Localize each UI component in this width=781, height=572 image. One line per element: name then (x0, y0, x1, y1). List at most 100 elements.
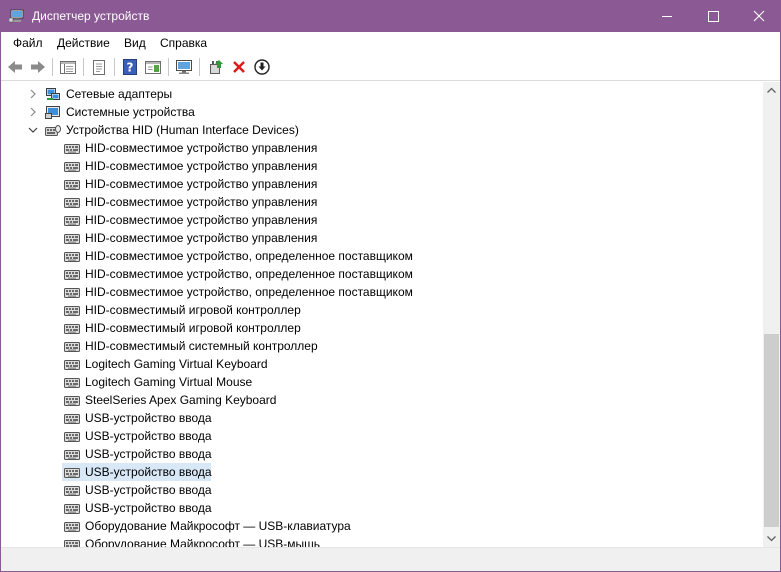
device-list-item[interactable]: USB-устройство ввода (1, 481, 763, 499)
toolbar: ? (1, 54, 780, 81)
toolbar-separator (168, 58, 169, 76)
keyboard-icon (64, 306, 80, 316)
device-list-item[interactable]: HID-совместимый игровой контроллер (1, 319, 763, 337)
keyboard-icon (64, 486, 80, 496)
keyboard-icon (64, 360, 80, 370)
device-list-item[interactable]: HID-совместимое устройство управления (1, 157, 763, 175)
device-label: Оборудование Майкрософт — USB-мышь (85, 537, 321, 547)
device-list-item[interactable]: HID-совместимое устройство управления (1, 139, 763, 157)
device-list-item[interactable]: HID-совместимое устройство, определенное… (1, 247, 763, 265)
device-list-item[interactable]: USB-устройство ввода (1, 409, 763, 427)
window-title: Диспетчер устройств (32, 9, 150, 23)
keyboard-icon (64, 540, 80, 547)
keyboard-icon (64, 504, 80, 514)
tree-category[interactable]: Сетевые адаптеры (1, 85, 763, 103)
device-list-item[interactable]: USB-устройство ввода (1, 499, 763, 517)
device-list-item[interactable]: Logitech Gaming Virtual Mouse (1, 373, 763, 391)
keyboard-icon (64, 288, 80, 298)
tree-category[interactable]: Системные устройства (1, 103, 763, 121)
update-driver-button[interactable] (206, 57, 226, 77)
device-label: HID-совместимое устройство управления (85, 195, 318, 209)
chevron-right-icon[interactable] (27, 88, 39, 100)
properties-button[interactable] (89, 57, 109, 77)
minimize-icon (662, 16, 672, 17)
forward-button[interactable] (28, 57, 48, 77)
tree-category-label: Устройства HID (Human Interface Devices) (66, 123, 299, 137)
device-list-item[interactable]: Logitech Gaming Virtual Keyboard (1, 355, 763, 373)
scan-hardware-button[interactable] (174, 57, 194, 77)
device-list-item[interactable]: Оборудование Майкрософт — USB-клавиатура (1, 517, 763, 535)
menu-bar: Файл Действие Вид Справка (1, 32, 780, 54)
keyboard-icon (64, 252, 80, 262)
menu-file[interactable]: Файл (13, 36, 43, 50)
tree-category[interactable]: Устройства HID (Human Interface Devices) (1, 121, 763, 139)
device-list-item[interactable]: Оборудование Майкрософт — USB-мышь (1, 535, 763, 547)
keyboard-icon (64, 198, 80, 208)
menu-help[interactable]: Справка (160, 36, 207, 50)
action-pane-button[interactable] (143, 57, 163, 77)
device-tree[interactable]: Сетевые адаптеры Системные устройства Устр… (1, 82, 763, 547)
device-list-item[interactable]: HID-совместимое устройство, определенное… (1, 265, 763, 283)
enable-device-button[interactable] (252, 57, 272, 77)
device-label: Оборудование Майкрософт — USB-клавиатура (85, 519, 351, 533)
device-list-item[interactable]: USB-устройство ввода (1, 445, 763, 463)
close-button[interactable] (736, 1, 780, 32)
horizontal-scrollbar[interactable] (1, 547, 780, 571)
keyboard-icon (64, 414, 80, 424)
device-label: HID-совместимое устройство управления (85, 159, 318, 173)
download-icon (254, 59, 270, 75)
device-label: USB-устройство ввода (85, 501, 212, 515)
device-list-item[interactable]: HID-совместимое устройство управления (1, 211, 763, 229)
back-button[interactable] (5, 57, 25, 77)
device-label: HID-совместимое устройство, определенное… (85, 249, 413, 263)
show-hide-console-tree-button[interactable] (58, 57, 78, 77)
keyboard-icon (64, 468, 80, 478)
uninstall-device-button[interactable] (229, 57, 249, 77)
keyboard-icon (64, 450, 80, 460)
menu-view[interactable]: Вид (124, 36, 146, 50)
close-icon (753, 10, 765, 22)
maximize-button[interactable] (690, 1, 736, 32)
device-list-item[interactable]: HID-совместимый системный контроллер (1, 337, 763, 355)
tree-category-label: Сетевые адаптеры (66, 87, 173, 101)
device-list-item[interactable]: HID-совместимое устройство управления (1, 229, 763, 247)
device-list-item[interactable]: HID-совместимое устройство управления (1, 175, 763, 193)
keyboard-icon (64, 216, 80, 226)
keyboard-icon (64, 432, 80, 442)
details-pane-icon (145, 61, 161, 74)
scroll-up-icon[interactable] (763, 82, 780, 99)
toolbar-separator (199, 58, 200, 76)
chevron-right-icon[interactable] (27, 106, 39, 118)
device-label: HID-совместимое устройство управления (85, 231, 318, 245)
device-label: HID-совместимое устройство, определенное… (85, 285, 413, 299)
vertical-scrollbar[interactable] (763, 82, 780, 547)
device-list-item[interactable]: USB-устройство ввода (1, 427, 763, 445)
vertical-scroll-thumb[interactable] (764, 334, 779, 527)
minimize-button[interactable] (644, 1, 690, 32)
device-list-item[interactable]: SteelSeries Apex Gaming Keyboard (1, 391, 763, 409)
network-adapter-icon (46, 88, 60, 100)
device-label: HID-совместимое устройство управления (85, 177, 318, 191)
device-label: USB-устройство ввода (85, 447, 212, 461)
device-label: USB-устройство ввода (85, 429, 212, 443)
device-manager-window: Диспетчер устройств Файл Действие Вид Сп… (0, 0, 781, 572)
uninstall-icon (233, 61, 245, 73)
back-icon (8, 61, 22, 73)
keyboard-icon (64, 180, 80, 190)
chevron-down-icon[interactable] (27, 124, 39, 136)
keyboard-icon (64, 144, 80, 154)
help-button[interactable]: ? (120, 57, 140, 77)
keyboard-icon (64, 396, 80, 406)
menu-action[interactable]: Действие (57, 36, 110, 50)
device-list-item[interactable]: HID-совместимый игровой контроллер (1, 301, 763, 319)
keyboard-icon (64, 342, 80, 352)
device-label: Logitech Gaming Virtual Keyboard (85, 357, 268, 371)
scroll-down-icon[interactable] (763, 530, 780, 547)
device-list-item[interactable]: HID-совместимое устройство управления (1, 193, 763, 211)
device-label: SteelSeries Apex Gaming Keyboard (85, 393, 277, 407)
device-list-item[interactable]: HID-совместимое устройство, определенное… (1, 283, 763, 301)
help-icon: ? (123, 59, 137, 75)
keyboard-icon (64, 324, 80, 334)
keyboard-icon (64, 378, 80, 388)
device-list-item[interactable]: USB-устройство ввода (1, 463, 763, 481)
